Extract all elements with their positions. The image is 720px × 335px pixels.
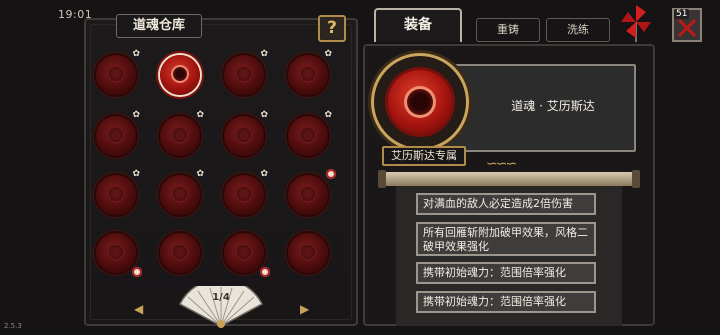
help-button[interactable]: ?	[318, 15, 346, 42]
demon-face-icon	[107, 185, 125, 203]
cloud-ornament-icon: ∽∽∽	[486, 156, 517, 172]
tab-wash[interactable]: 洗练	[546, 18, 610, 42]
scroll-cap-right-icon	[632, 170, 640, 188]
demon-face-icon	[235, 65, 253, 83]
demon-face-icon	[235, 185, 253, 203]
scroll-rod	[384, 172, 634, 186]
new-mark-icon	[326, 169, 336, 179]
flower-badge-icon: ✿	[260, 169, 268, 179]
spirit-slot[interactable]: ✿	[288, 49, 332, 95]
spirit-slot[interactable]: ✿	[96, 169, 140, 215]
flower-badge-icon: ✿	[260, 49, 268, 59]
demon-face-icon	[299, 243, 317, 261]
next-page-arrow-icon[interactable]: ▶	[300, 302, 309, 316]
spirit-slot[interactable]	[160, 55, 200, 95]
storage-title: 道魂仓库	[116, 14, 202, 38]
spirit-name: 道魂 · 艾历斯达	[511, 99, 595, 113]
prev-page-arrow-icon[interactable]: ◀	[134, 302, 143, 316]
spirit-slot[interactable]: ✿	[224, 49, 268, 95]
spirit-slot[interactable]	[224, 233, 270, 277]
flower-badge-icon: ✿	[132, 110, 140, 120]
demon-face-icon	[404, 86, 436, 118]
demon-face-icon	[107, 126, 125, 144]
spirit-slot[interactable]: ✿	[96, 110, 140, 156]
spirit-slot[interactable]: ✿	[224, 110, 268, 156]
pinwheel-icon[interactable]	[618, 2, 654, 42]
flower-badge-icon: ✿	[132, 49, 140, 59]
version-label: 2.5.3	[4, 322, 22, 330]
demon-face-icon	[107, 65, 125, 83]
flower-badge-icon: ✿	[132, 169, 140, 179]
effect-line-1: 对满血的敌人必定造成2倍伤害	[416, 193, 596, 215]
effect-line-4: 携带初始魂力：范围倍率强化	[416, 291, 596, 313]
spirit-slot[interactable]	[96, 233, 142, 277]
demon-face-icon	[299, 126, 317, 144]
flower-badge-icon: ✿	[196, 169, 204, 179]
scroll-cap-left-icon	[378, 170, 386, 188]
new-mark-icon	[260, 267, 270, 277]
demon-face-icon	[171, 126, 189, 144]
tab-recast[interactable]: 重铸	[476, 18, 540, 42]
demon-face-icon	[235, 126, 253, 144]
flower-badge-icon: ✿	[324, 110, 332, 120]
spirit-slot[interactable]	[288, 169, 336, 215]
flower-badge-icon: ✿	[324, 49, 332, 59]
demon-face-icon	[299, 185, 317, 203]
demon-face-icon	[171, 185, 189, 203]
spirit-slot[interactable]: ✿	[160, 110, 204, 156]
spirit-slot[interactable]: ✿	[288, 110, 332, 156]
spirit-slot[interactable]: ✿	[160, 169, 204, 215]
effect-line-3: 携带初始魂力：范围倍率强化	[416, 262, 596, 284]
spirit-slot[interactable]	[288, 233, 328, 273]
flower-badge-icon: ✿	[260, 110, 268, 120]
demon-face-icon	[107, 243, 125, 261]
effect-line-2: 所有回雁斩附加破甲效果，风格二破甲效果强化	[416, 222, 596, 256]
exclusive-label: 艾历斯达专属	[382, 146, 466, 166]
spirit-slot[interactable]: ✿	[224, 169, 268, 215]
demon-face-icon	[235, 243, 253, 261]
tab-equip[interactable]: 装备	[374, 8, 462, 42]
page-indicator: 1/4	[212, 292, 230, 303]
spirit-slot[interactable]	[160, 233, 200, 273]
level-badge: 51	[674, 9, 690, 19]
demon-face-icon	[299, 65, 317, 83]
spirit-slot[interactable]: ✿	[96, 49, 140, 95]
new-mark-icon	[132, 267, 142, 277]
demon-face-icon	[171, 65, 189, 83]
demon-face-icon	[171, 243, 189, 261]
flower-badge-icon: ✿	[196, 110, 204, 120]
